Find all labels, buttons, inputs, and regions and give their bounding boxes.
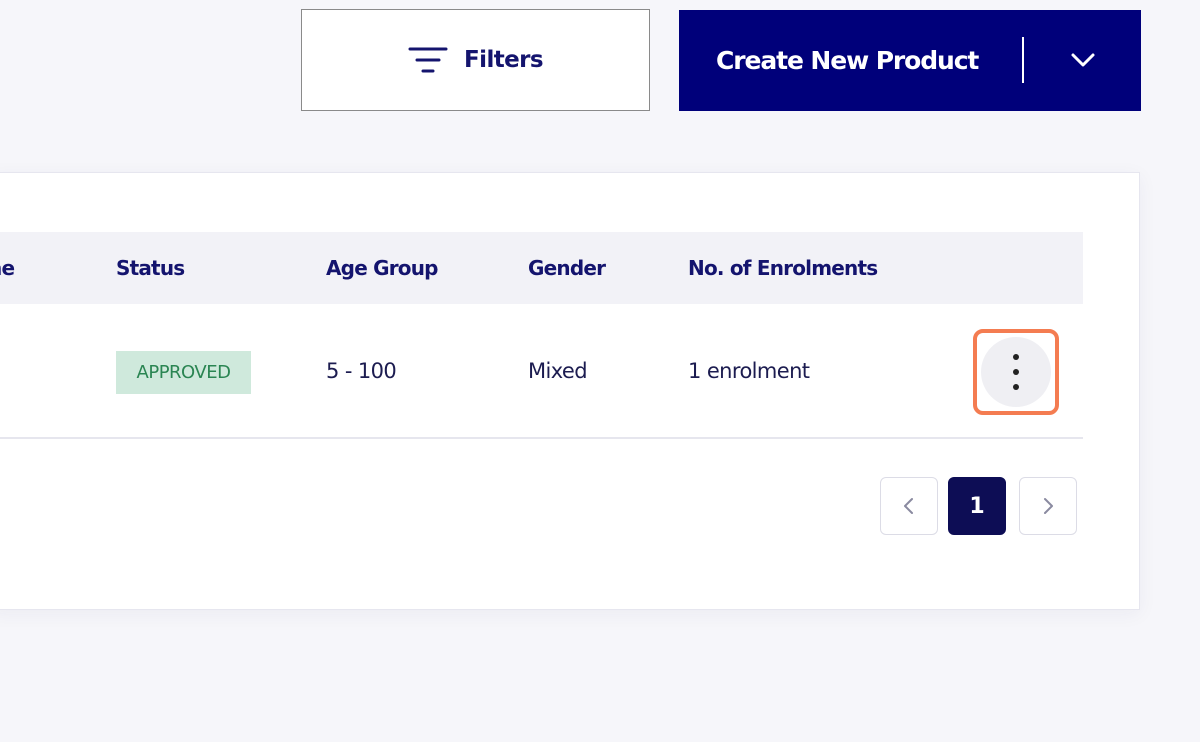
more-actions-highlight bbox=[973, 329, 1059, 415]
more-vertical-icon-dot bbox=[1013, 369, 1019, 375]
chevron-left-icon bbox=[904, 498, 913, 514]
cell-gender: Mixed bbox=[528, 359, 588, 383]
column-header-status[interactable]: Status bbox=[116, 232, 185, 304]
filters-label: Filters bbox=[464, 47, 544, 73]
column-header-enrolments[interactable]: No. of Enrolments bbox=[688, 232, 878, 304]
table-row[interactable]: APPROVED 5 - 100 Mixed 1 enrolment bbox=[0, 304, 1083, 439]
pagination-page-current[interactable]: 1 bbox=[948, 477, 1006, 535]
more-vertical-icon bbox=[1013, 354, 1019, 360]
chevron-right-icon bbox=[1044, 498, 1053, 514]
products-card: ne Status Age Group Gender No. of Enrolm… bbox=[0, 172, 1140, 610]
column-header-gender[interactable]: Gender bbox=[528, 232, 606, 304]
status-badge: APPROVED bbox=[116, 351, 251, 394]
create-new-product-button[interactable]: Create New Product bbox=[679, 10, 1141, 111]
table-header: ne Status Age Group Gender No. of Enrolm… bbox=[0, 232, 1083, 304]
page-frame: Filters Create New Product ne Status Age… bbox=[0, 0, 1200, 742]
filters-button[interactable]: Filters bbox=[301, 9, 650, 111]
column-header-age-group[interactable]: Age Group bbox=[326, 232, 439, 304]
filter-lines-icon bbox=[408, 47, 448, 73]
pagination-next-button[interactable] bbox=[1019, 477, 1077, 535]
cell-age-group: 5 - 100 bbox=[326, 359, 397, 383]
pagination-prev-button[interactable] bbox=[880, 477, 938, 535]
more-vertical-icon-dot bbox=[1013, 384, 1019, 390]
create-new-product-label: Create New Product bbox=[716, 46, 979, 75]
cell-enrolments: 1 enrolment bbox=[688, 359, 810, 383]
column-header-name[interactable]: ne bbox=[0, 232, 15, 304]
more-actions-button[interactable] bbox=[981, 337, 1051, 407]
split-divider bbox=[1022, 37, 1024, 83]
chevron-down-icon[interactable] bbox=[1069, 48, 1097, 72]
